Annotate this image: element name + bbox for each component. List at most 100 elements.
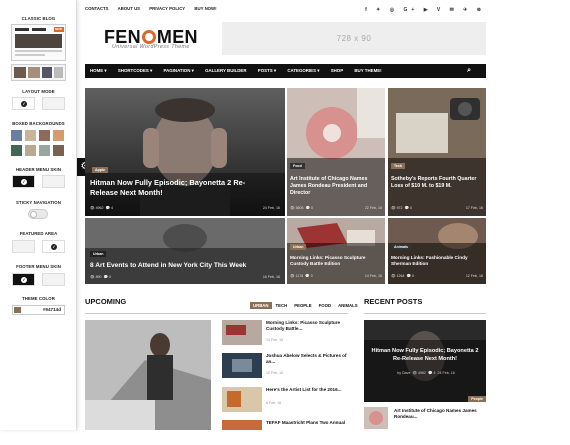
nav-gallery-builder[interactable]: GALLERY BUILDER: [205, 68, 246, 73]
upcoming-title-4[interactable]: TEFAF Maastricht Plans Two Annual: [266, 420, 350, 426]
featured-area-option-1[interactable]: [12, 240, 35, 253]
featured-title-4[interactable]: 8 Art Events to Attend in New York City …: [90, 262, 280, 271]
upcoming-thumb-2: [222, 353, 262, 378]
recent-title-2[interactable]: Art Institute of Chicago Names James Ron…: [394, 408, 486, 420]
nav-home[interactable]: HOME ▾: [90, 68, 107, 73]
featured-meta-6: 👁 1264 💬 0 12 Feb, 16: [391, 274, 483, 278]
featured-tile-6[interactable]: Animals Morning Links: Fashionable Cindy…: [388, 218, 486, 284]
footer-skin-dark-option[interactable]: ✓: [12, 273, 35, 286]
layout-mode-label: LAYOUT MODE: [22, 89, 55, 94]
check-icon: ✓: [21, 277, 27, 283]
header-skin-dark-option[interactable]: ✓: [12, 175, 35, 188]
tab-animals[interactable]: ANIMALS: [335, 302, 361, 309]
social-icons[interactable]: f ✦ ◎ G+ ▶ V ✉ ✈ ⊗: [365, 7, 485, 13]
upcoming-thumb-1: [222, 320, 262, 345]
color-swatch: [14, 307, 21, 313]
nav-posts[interactable]: POSTS ▾: [258, 68, 276, 73]
upcoming-heading: UPCOMING: [85, 297, 127, 306]
featured-tile-4[interactable]: Urban 8 Art Events to Attend in New York…: [85, 218, 285, 284]
recent-posts-heading: RECENT POSTS: [364, 297, 423, 306]
featured-title-5[interactable]: Morning Links: Picasso Sculpture Custody…: [290, 255, 382, 267]
bg-swatch-6[interactable]: [25, 145, 36, 156]
upcoming-title-2[interactable]: Joshua Abelow Selects & Pictures of an..…: [266, 353, 350, 365]
footer-menu-skin-label: FOOTER MENU SKIN: [16, 264, 61, 269]
upcoming-main-image[interactable]: [85, 320, 211, 430]
footer-skin-light-option[interactable]: [42, 273, 65, 286]
bg-swatch-2[interactable]: [25, 130, 36, 141]
nav-shortcodes[interactable]: SHORTCODES ▾: [118, 68, 152, 73]
bg-swatch-8[interactable]: [53, 145, 64, 156]
nav-shop[interactable]: SHOP: [331, 68, 343, 73]
featured-title-1[interactable]: Hitman Now Fully Episodic; Bayonetta 2 R…: [90, 178, 270, 197]
check-icon: ✓: [51, 244, 57, 250]
tab-tech[interactable]: TECH: [273, 302, 291, 309]
theme-color-label: THEME COLOR: [22, 296, 55, 301]
featured-category-3[interactable]: Tech: [391, 163, 406, 169]
boxed-backgrounds-label: BOXED BACKGROUNDS: [12, 121, 65, 126]
layout-boxed-option[interactable]: [42, 97, 65, 110]
featured-category-4[interactable]: Urban: [90, 251, 107, 257]
featured-tile-2[interactable]: Food Art Institute of Chicago Names Jame…: [287, 88, 385, 216]
bg-swatch-3[interactable]: [39, 130, 50, 141]
featured-area-option-2[interactable]: ✓: [42, 240, 65, 253]
upcoming-tabs: URBAN TECH PEOPLE FOOD ANIMALS: [250, 302, 362, 309]
featured-title-6[interactable]: Morning Links: Fashionable Cindy Sherman…: [391, 255, 483, 267]
upcoming-date-3: 6 Feb, 16: [266, 401, 282, 405]
theme-color-value: #94714d: [42, 307, 61, 312]
bg-swatch-1[interactable]: [11, 130, 22, 141]
upcoming-thumb-4: [222, 420, 262, 430]
sticky-navigation-toggle[interactable]: [28, 209, 48, 219]
upcoming-thumb-3: [222, 387, 262, 412]
tab-people[interactable]: PEOPLE: [291, 302, 314, 309]
layout-thumbnail-2[interactable]: [11, 64, 66, 81]
main-navigation: HOME ▾ SHORTCODES ▾ PAGINATION ▾ GALLERY…: [85, 64, 486, 78]
featured-meta-2: 👁 5806 💬 0 22 Feb, 16: [290, 206, 382, 210]
header-skin-light-option[interactable]: [42, 175, 65, 188]
recent-post-featured[interactable]: Hitman Now Fully Episodic; Bayonetta 2 R…: [364, 320, 486, 402]
tab-urban[interactable]: URBAN: [250, 302, 272, 309]
ad-banner[interactable]: 728 x 90: [222, 22, 486, 55]
featured-tile-1[interactable]: Apple Hitman Now Fully Episodic; Bayonet…: [85, 88, 285, 216]
topbar-link-contacts[interactable]: CONTACTS: [85, 6, 109, 11]
bg-swatch-5[interactable]: [11, 145, 22, 156]
featured-area-label: FEATURED AREA: [19, 231, 58, 236]
search-icon[interactable]: ⌕: [467, 64, 471, 78]
recent-thumb-2: [364, 407, 388, 429]
nav-buy-theme[interactable]: BUY THEME!: [354, 68, 381, 73]
upcoming-date-1: 14 Feb, 16: [266, 338, 284, 342]
new-badge: NEW: [55, 27, 62, 31]
nav-categories[interactable]: CATEGORIES ▾: [287, 68, 319, 73]
topbar-link-privacy[interactable]: PRIVACY POLICY: [149, 6, 185, 11]
tab-food[interactable]: FOOD: [316, 302, 334, 309]
logo-o-icon: [141, 30, 156, 44]
recent-featured-category[interactable]: People: [468, 396, 486, 402]
check-icon: ✓: [21, 101, 27, 107]
featured-image-3: [388, 88, 486, 216]
bg-swatch-4[interactable]: [53, 130, 64, 141]
theme-color-input[interactable]: #94714d: [12, 305, 65, 315]
upcoming-title-3[interactable]: Here's the Artist List for the 2016...: [266, 387, 350, 393]
featured-image-2: [287, 88, 385, 216]
featured-tile-5[interactable]: Urban Morning Links: Picasso Sculpture C…: [287, 218, 385, 284]
recent-featured-title[interactable]: Hitman Now Fully Episodic; Bayonetta 2 R…: [368, 348, 482, 363]
nav-pagination[interactable]: PAGINATION ▾: [163, 68, 193, 73]
style-switcher-panel: CLASSIC BLOG NEW LAYOUT MODE ✓ BOXED BAC…: [0, 0, 77, 430]
topbar-link-about[interactable]: ABOUT US: [118, 6, 140, 11]
classic-blog-thumbnail[interactable]: NEW: [11, 24, 66, 61]
featured-category-5[interactable]: Urban: [290, 244, 307, 250]
recent-divider: [364, 313, 486, 314]
featured-meta-1: 👁 4962 💬 4 24 Feb, 16: [90, 206, 280, 210]
topbar-link-buy[interactable]: BUY NOW!: [194, 6, 216, 11]
layout-wide-option[interactable]: ✓: [12, 97, 35, 110]
featured-category-6[interactable]: Animals: [391, 244, 411, 250]
featured-tile-3[interactable]: Tech Sotheby's Reports Fourth Quarter Lo…: [388, 88, 486, 216]
upcoming-date-2: 10 Feb, 16: [266, 371, 284, 375]
featured-category-2[interactable]: Food: [290, 163, 305, 169]
featured-title-3[interactable]: Sotheby's Reports Fourth Quarter Loss of…: [391, 176, 483, 190]
check-icon: ✓: [21, 179, 27, 185]
bg-swatch-7[interactable]: [39, 145, 50, 156]
upcoming-title-1[interactable]: Morning Links: Picasso Sculpture Custody…: [266, 320, 350, 332]
featured-category-1[interactable]: Apple: [92, 167, 108, 173]
featured-meta-5: 👁 1178 💬 0 14 Feb, 16: [290, 274, 382, 278]
featured-title-2[interactable]: Art Institute of Chicago Names James Ron…: [290, 176, 382, 197]
